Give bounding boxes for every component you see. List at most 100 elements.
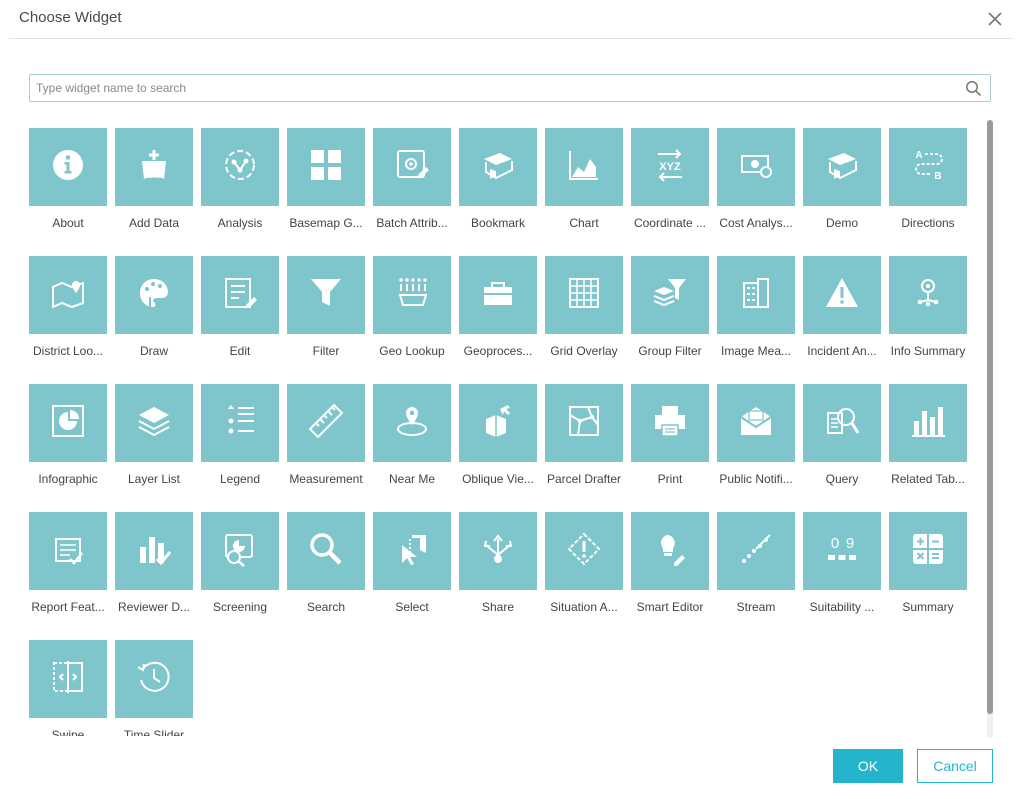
widget-tile[interactable] [889,256,967,334]
widget-item[interactable]: Screening [201,512,279,614]
widget-item[interactable]: Swipe [29,640,107,736]
widget-tile[interactable] [115,384,193,462]
widget-item[interactable]: A B Directions [889,128,967,230]
widget-tile[interactable] [545,256,623,334]
widget-tile[interactable] [29,384,107,462]
widget-tile[interactable] [459,384,537,462]
widget-item[interactable]: Smart Editor [631,512,709,614]
scrollbar-thumb[interactable] [987,120,993,714]
widget-item[interactable]: Report Feat... [29,512,107,614]
widget-tile[interactable] [115,640,193,718]
widget-item[interactable]: Search [287,512,365,614]
widget-item[interactable]: Stream [717,512,795,614]
widget-item[interactable]: Infographic [29,384,107,486]
widget-tile[interactable] [201,256,279,334]
widget-item[interactable]: Near Me [373,384,451,486]
widget-tile[interactable]: 09 [803,512,881,590]
widget-tile[interactable] [889,512,967,590]
scrollbar[interactable] [987,120,993,738]
widget-tile[interactable] [803,128,881,206]
widget-tile[interactable] [631,384,709,462]
widget-tile[interactable] [373,512,451,590]
widget-item[interactable]: Summary [889,512,967,614]
widget-item[interactable]: District Loo... [29,256,107,358]
widget-item[interactable]: About [29,128,107,230]
widget-item[interactable]: Query [803,384,881,486]
widget-item[interactable]: Geo Lookup [373,256,451,358]
ok-button[interactable]: OK [833,749,903,783]
widget-item[interactable]: Layer List [115,384,193,486]
widget-tile[interactable] [459,128,537,206]
widget-item[interactable]: Legend [201,384,279,486]
widget-tile[interactable] [545,128,623,206]
widget-tile[interactable] [717,512,795,590]
widget-tile[interactable] [287,256,365,334]
widget-item[interactable]: Public Notifi... [717,384,795,486]
widget-item[interactable]: Group Filter [631,256,709,358]
widget-tile[interactable] [717,256,795,334]
widget-tile[interactable] [29,640,107,718]
widget-tile[interactable]: AB [889,128,967,206]
widget-item[interactable]: Print [631,384,709,486]
widget-item[interactable]: Bookmark [459,128,537,230]
widget-item[interactable]: Chart [545,128,623,230]
widget-tile[interactable]: XYZ [631,128,709,206]
widget-tile[interactable] [459,256,537,334]
widget-item[interactable]: Measurement [287,384,365,486]
widget-item[interactable]: Parcel Drafter [545,384,623,486]
widget-tile[interactable] [115,512,193,590]
widget-item[interactable]: Add Data [115,128,193,230]
widget-item[interactable]: Reviewer D... [115,512,193,614]
widget-item[interactable]: Analysis [201,128,279,230]
widget-item[interactable]: Basemap G... [287,128,365,230]
widget-item[interactable]: Image Mea... [717,256,795,358]
widget-item[interactable]: Info Summary [889,256,967,358]
widget-item[interactable]: Edit [201,256,279,358]
widget-tile[interactable] [631,256,709,334]
widget-tile[interactable] [29,128,107,206]
widget-item[interactable]: Select [373,512,451,614]
widget-item[interactable]: Draw [115,256,193,358]
widget-item[interactable]: Demo [803,128,881,230]
widget-tile[interactable] [717,128,795,206]
widget-item[interactable]: 0 9 Suitability ... [803,512,881,614]
close-icon[interactable] [984,8,1006,30]
widget-tile[interactable] [29,256,107,334]
widget-item[interactable]: Filter [287,256,365,358]
widget-item[interactable]: Batch Attrib... [373,128,451,230]
select-icon [392,529,432,574]
cancel-button[interactable]: Cancel [917,749,993,783]
widget-item[interactable]: Situation A... [545,512,623,614]
widget-tile[interactable] [201,512,279,590]
widget-tile[interactable] [803,384,881,462]
widget-tile[interactable] [717,384,795,462]
widget-tile[interactable] [287,384,365,462]
widget-tile[interactable] [545,384,623,462]
widget-item[interactable]: Incident An... [803,256,881,358]
search-icon[interactable] [965,80,982,97]
widget-tile[interactable] [459,512,537,590]
widget-tile[interactable] [29,512,107,590]
widget-tile[interactable] [373,128,451,206]
widget-tile[interactable] [803,256,881,334]
widget-item[interactable]: Time Slider [115,640,193,736]
widget-tile[interactable] [287,128,365,206]
widget-item[interactable]: XYZ Coordinate ... [631,128,709,230]
widget-tile[interactable] [631,512,709,590]
search-input[interactable] [36,75,956,101]
widget-item[interactable]: Related Tab... [889,384,967,486]
widget-tile[interactable] [373,384,451,462]
widget-tile[interactable] [545,512,623,590]
widget-tile[interactable] [201,128,279,206]
widget-tile[interactable] [115,256,193,334]
widget-tile[interactable] [115,128,193,206]
widget-item[interactable]: Grid Overlay [545,256,623,358]
widget-item[interactable]: Geoproces... [459,256,537,358]
widget-tile[interactable] [889,384,967,462]
widget-tile[interactable] [201,384,279,462]
widget-item[interactable]: Share [459,512,537,614]
widget-tile[interactable] [373,256,451,334]
widget-tile[interactable] [287,512,365,590]
widget-item[interactable]: Oblique Vie... [459,384,537,486]
widget-item[interactable]: Cost Analys... [717,128,795,230]
